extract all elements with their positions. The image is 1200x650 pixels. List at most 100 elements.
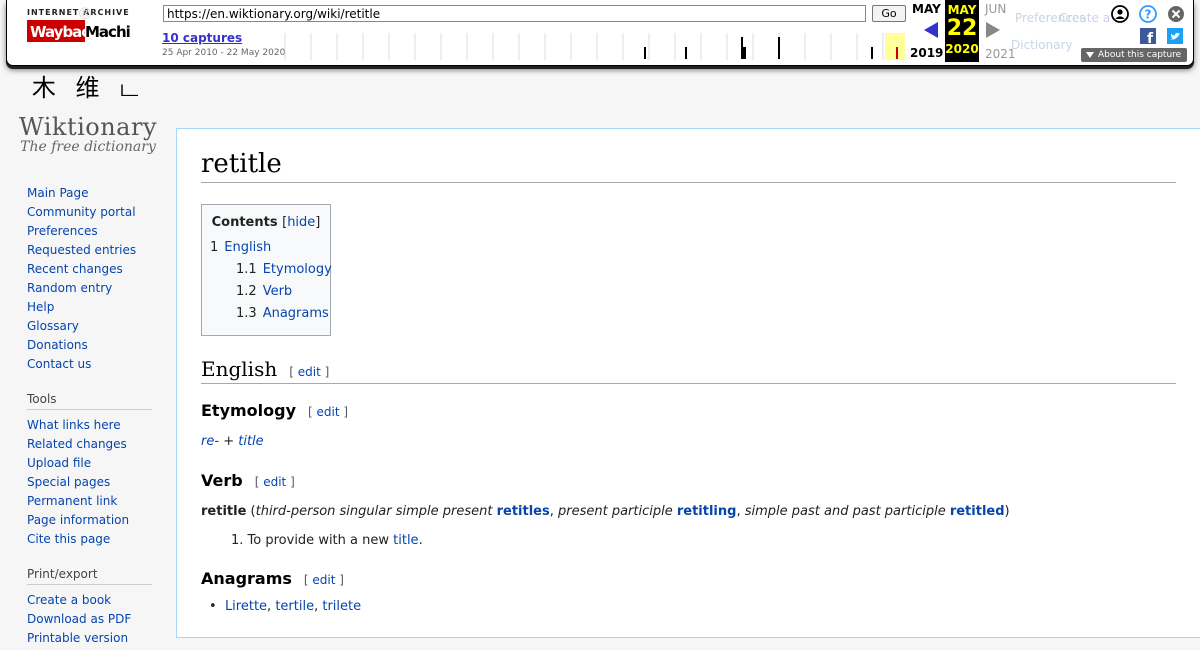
sidebar-item-contact-us[interactable]: Contact us [27,357,157,376]
print-export-heading[interactable]: Print/export [27,567,152,585]
definition-number: 1. [231,533,244,548]
sidebar-item-donations[interactable]: Donations [27,338,157,357]
sidebar-link[interactable]: Printable version [27,631,128,645]
anagram-link[interactable]: Lirette [225,599,267,614]
section-heading-etymology: Etymology [ edit ] [201,401,348,420]
captures-link[interactable]: 10 captures [162,31,242,45]
sidebar-link[interactable]: Main Page [27,186,89,200]
toc-link[interactable]: Verb [263,284,292,299]
inflection-link[interactable]: retitles [497,504,550,519]
toc-item-anagrams[interactable]: 1.3 Anagrams [210,306,329,328]
edit-section: [ edit ] [289,365,330,379]
site-name: Wiktionary [18,113,158,141]
sidebar-link[interactable]: Glossary [27,319,79,333]
sidebar-link[interactable]: Special pages [27,475,110,489]
toc-title: Contents [211,215,278,230]
sidebar-link[interactable]: Permanent link [27,494,117,508]
sidebar-item-cite-this-page[interactable]: Cite this page [27,532,157,551]
sidebar-item-create-a-book[interactable]: Create a book [27,593,157,612]
sidebar-item-recent-changes[interactable]: Recent changes [27,262,157,281]
close-icon[interactable] [1167,5,1185,23]
toc-number: 1.1 [236,262,257,277]
sidebar-link[interactable]: Random entry [27,281,112,295]
sidebar-link[interactable]: Contact us [27,357,91,371]
sidebar-link[interactable]: Requested entries [27,243,136,257]
sidebar-item-random-entry[interactable]: Random entry [27,281,157,300]
about-capture-button[interactable]: About this capture [1081,48,1187,62]
sidebar-item-help[interactable]: Help [27,300,157,319]
verb-headword-line: retitle (third-person singular simple pr… [201,504,1010,519]
section-heading-verb: Verb [ edit ] [201,471,295,490]
sidebar-item-related-changes[interactable]: Related changes [27,437,157,456]
prev-year-label[interactable]: 2019 [910,46,943,60]
anagram-list-item: • Lirette, tertile, trilete [209,599,362,614]
sidebar-item-what-links-here[interactable]: What links here [27,418,157,437]
toc-item-verb[interactable]: 1.2 Verb [210,284,322,306]
tools-heading[interactable]: Tools [27,392,152,410]
prev-capture-arrow-icon[interactable] [924,22,938,38]
edit-link[interactable]: edit [298,365,321,379]
section-heading-english: English [ edit ] [201,357,1176,384]
toc-hide-link[interactable]: hide [287,215,315,230]
toc-link[interactable]: Anagrams [263,306,329,321]
twitter-icon[interactable] [1167,28,1183,44]
svg-text:Machine: Machine [85,23,131,41]
etymology-prefix-link[interactable]: re- [201,434,219,449]
anagram-link[interactable]: tertile [275,599,314,614]
current-day: 22 [946,16,978,41]
definition-end: . [418,533,423,548]
sidebar-item-glossary[interactable]: Glossary [27,319,157,338]
facebook-icon[interactable]: f [1140,28,1156,44]
toc-link[interactable]: English [224,240,271,255]
captures-date-range: 25 Apr 2010 - 22 May 2020 [162,48,286,58]
sidebar-item-main-page[interactable]: Main Page [27,186,157,205]
current-capture-date: MAY 22 2020 [945,0,979,62]
edit-link[interactable]: edit [312,573,335,587]
inflection-link[interactable]: retitling [677,504,737,519]
wayback-url-input[interactable]: https://en.wiktionary.org/wiki/retitle [163,5,866,22]
sidebar-item-page-information[interactable]: Page information [27,513,157,532]
definition-link[interactable]: title [393,533,418,548]
sidebar-link[interactable]: Cite this page [27,532,110,546]
sidebar-link[interactable]: Create a book [27,593,111,607]
section-heading-anagrams: Anagrams [ edit ] [201,569,344,588]
logo-glyphs: 木 维 ட [31,74,145,102]
main-content: retitle Contents [hide] 1 English 1.1 Etym… [176,128,1200,638]
sidebar-item-special-pages[interactable]: Special pages [27,475,157,494]
site-logo[interactable]: 木 维 ட Wiktionary The free dictionary [18,68,158,168]
edit-link[interactable]: edit [317,405,340,419]
sidebar: Main Page Community portal Preferences R… [27,186,157,650]
help-icon[interactable]: ? [1139,5,1157,23]
toc-item-etymology[interactable]: 1.1 Etymology [210,262,332,284]
sidebar-link[interactable]: Related changes [27,437,127,451]
sidebar-item-upload-file[interactable]: Upload file [27,456,157,475]
capture-sparkline[interactable] [279,33,905,60]
account-icon[interactable] [1111,5,1129,23]
sidebar-item-community-portal[interactable]: Community portal [27,205,157,224]
sidebar-link[interactable]: What links here [27,418,121,432]
sidebar-item-permanent-link[interactable]: Permanent link [27,494,157,513]
prev-month-label[interactable]: MAY [912,2,941,16]
inflection-link[interactable]: retitled [950,504,1005,519]
sidebar-link[interactable]: Download as PDF [27,612,131,626]
edit-link[interactable]: edit [263,475,286,489]
sidebar-link[interactable]: Community portal [27,205,136,219]
sidebar-item-preferences[interactable]: Preferences [27,224,157,243]
sidebar-item-download-as-pdf[interactable]: Download as PDF [27,612,157,631]
sidebar-link[interactable]: Upload file [27,456,91,470]
sidebar-item-printable-version[interactable]: Printable version [27,631,157,650]
toc-link[interactable]: Etymology [263,262,332,277]
sidebar-link[interactable]: Help [27,300,54,314]
sidebar-link[interactable]: Page information [27,513,129,527]
sidebar-link[interactable]: Donations [27,338,88,352]
sidebar-item-requested-entries[interactable]: Requested entries [27,243,157,262]
sidebar-link[interactable]: Preferences [27,224,98,238]
sidebar-link[interactable]: Recent changes [27,262,123,276]
wayback-go-button[interactable]: Go [872,5,906,22]
print-portal: Create a book Download as PDF Printable … [27,593,157,650]
toc-item-english[interactable]: 1 English [210,240,322,262]
anagram-link[interactable]: trilete [322,599,361,614]
etymology-root-link[interactable]: title [238,434,263,449]
definition-item: 1. To provide with a new title. [231,533,423,548]
next-month-label: JUN [985,2,1007,16]
